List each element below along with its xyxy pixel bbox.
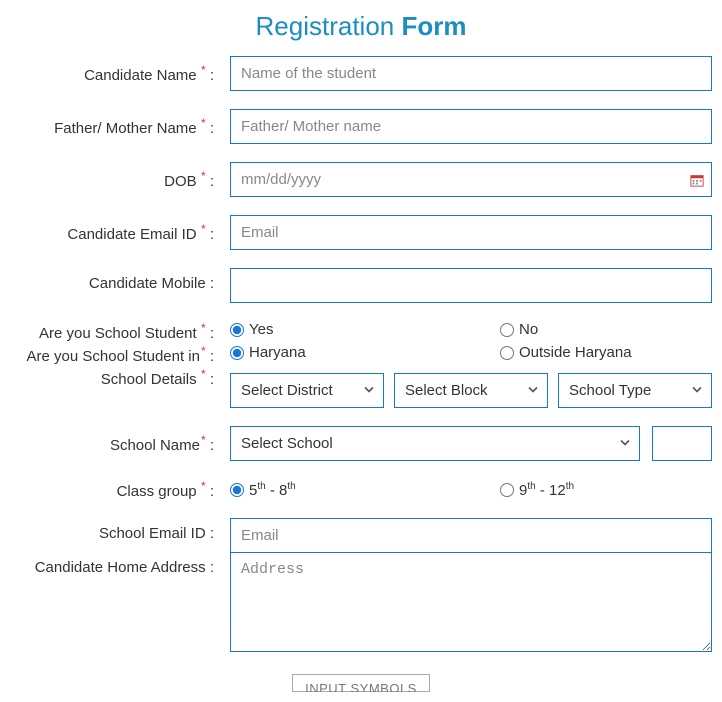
label-school-name: School Name* : <box>10 426 220 454</box>
label-email: Candidate Email ID * : <box>10 215 220 243</box>
address-textarea[interactable] <box>230 552 712 652</box>
page-title: Registration Form <box>10 11 712 42</box>
calendar-icon[interactable] <box>690 173 704 187</box>
label-parent-name: Father/ Mother Name * : <box>10 109 220 137</box>
select-block[interactable]: Select Block <box>394 373 548 408</box>
dob-input[interactable] <box>230 162 712 197</box>
radio-student-no[interactable]: No <box>500 321 722 338</box>
label-school-email: School Email ID : <box>10 518 220 542</box>
label-are-student: Are you School Student * : <box>10 321 220 342</box>
radio-class-9-12[interactable]: 9th - 12th <box>500 481 722 499</box>
label-candidate-name: Candidate Name * : <box>10 56 220 84</box>
school-email-input[interactable] <box>230 518 712 552</box>
label-dob: DOB * : <box>10 162 220 190</box>
school-code-box[interactable] <box>652 426 712 461</box>
chevron-down-icon <box>619 435 631 452</box>
parent-name-input[interactable] <box>230 109 712 144</box>
label-are-student-in: Are you School Student in* : <box>10 344 220 365</box>
label-class-group: Class group * : <box>10 479 220 500</box>
title-part-1: Registration <box>256 11 402 41</box>
radio-class-5-8[interactable]: 5th - 8th <box>230 481 500 499</box>
email-input[interactable] <box>230 215 712 250</box>
candidate-name-input[interactable] <box>230 56 712 91</box>
input-symbols-button[interactable]: INPUT SYMBOLS <box>292 674 430 692</box>
chevron-down-icon <box>527 382 539 399</box>
label-home-address: Candidate Home Address : <box>10 552 220 576</box>
chevron-down-icon <box>363 382 375 399</box>
radio-outside[interactable]: Outside Haryana <box>500 344 722 361</box>
radio-haryana[interactable]: Haryana <box>230 344 500 361</box>
mobile-input[interactable] <box>230 268 712 303</box>
chevron-down-icon <box>691 382 703 399</box>
select-district[interactable]: Select District <box>230 373 384 408</box>
radio-student-yes[interactable]: Yes <box>230 321 500 338</box>
title-part-2: Form <box>401 11 466 41</box>
label-school-details: School Details * : <box>10 367 220 388</box>
label-mobile: Candidate Mobile : <box>10 268 220 292</box>
select-school[interactable]: Select School <box>230 426 640 461</box>
select-school-type[interactable]: School Type <box>558 373 712 408</box>
